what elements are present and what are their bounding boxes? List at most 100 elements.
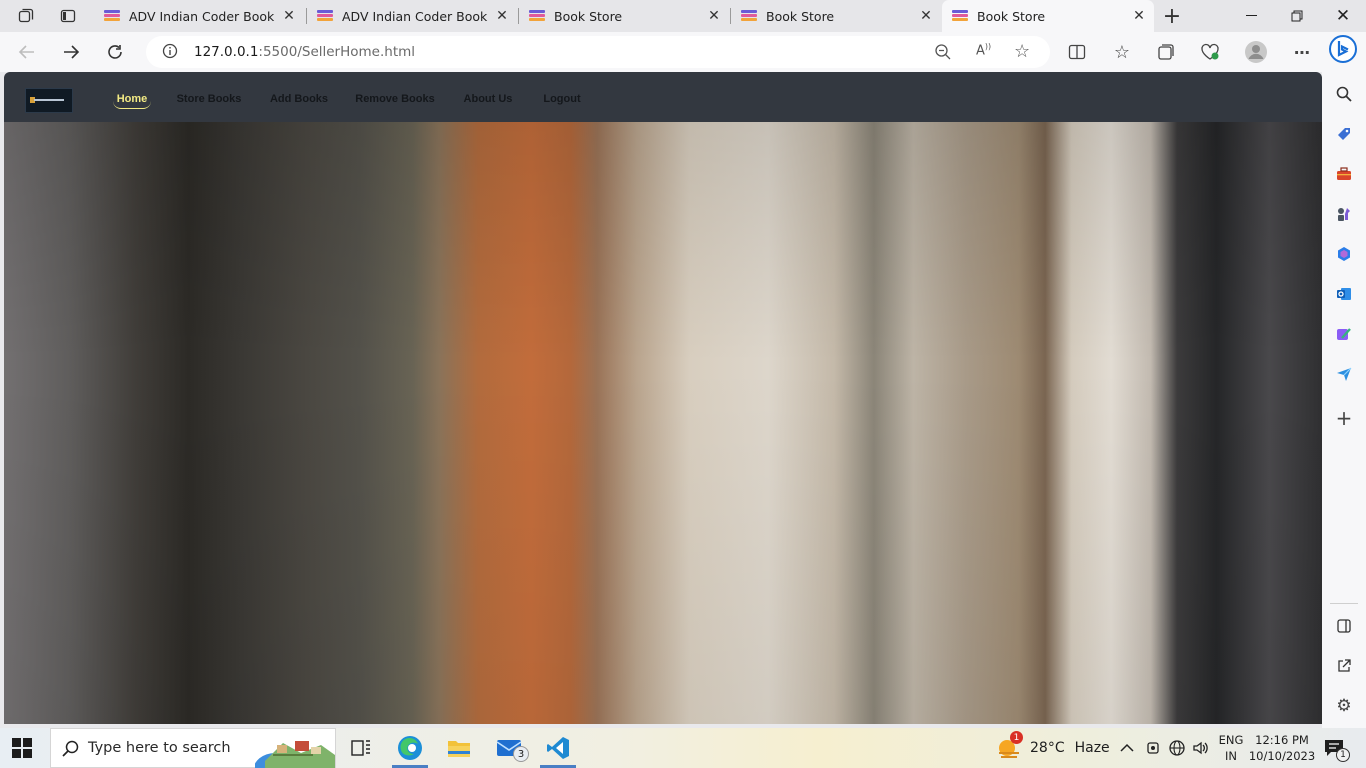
book-store-favicon-icon <box>741 9 757 23</box>
browser-tab-3[interactable]: Book Store ✕ <box>519 0 729 32</box>
browser-toolbar: 127.0.0.1:5500/SellerHome.html A)) ☆ ☆ ⋯ <box>0 32 1366 72</box>
book-store-favicon-icon <box>952 9 968 23</box>
network-globe-icon[interactable] <box>1168 728 1186 768</box>
close-tab-icon[interactable]: ✕ <box>278 5 300 27</box>
weather-widget[interactable]: 1 28°C Haze <box>996 728 1110 768</box>
search-icon <box>62 740 79 761</box>
add-sidebar-app-icon[interactable]: + <box>1332 406 1356 430</box>
clock-date: 10/10/2023 <box>1248 749 1316 763</box>
more-options-icon[interactable]: ⋯ <box>1287 38 1317 66</box>
tab-actions-icon[interactable] <box>58 6 78 26</box>
site-navbar: Home Store Books Add Books Remove Books … <box>4 72 1322 122</box>
hero-overlay <box>4 122 1322 724</box>
close-window-button[interactable]: ✕ <box>1320 0 1366 32</box>
taskbar-file-explorer-app[interactable] <box>438 728 480 768</box>
close-tab-icon[interactable]: ✕ <box>1128 5 1150 27</box>
url-text[interactable]: 127.0.0.1:5500/SellerHome.html <box>194 44 415 60</box>
windows-start-icon[interactable] <box>12 738 34 760</box>
search-placeholder: Type here to search <box>88 740 231 756</box>
meet-now-icon[interactable] <box>1145 728 1161 768</box>
taskbar-mail-app[interactable]: 3 <box>488 728 530 768</box>
tab-title: Book Store <box>977 8 1046 24</box>
nav-about-us-link[interactable]: About Us <box>462 89 514 109</box>
input-language-indicator[interactable]: ENG IN <box>1217 728 1245 768</box>
volume-speaker-icon[interactable] <box>1192 728 1210 768</box>
notifications-center[interactable]: 1 <box>1322 728 1350 768</box>
send-drop-icon[interactable] <box>1332 362 1356 386</box>
url-path: :5500/SellerHome.html <box>258 44 416 60</box>
split-screen-icon[interactable] <box>1062 38 1092 66</box>
close-tab-icon[interactable]: ✕ <box>491 5 513 27</box>
nav-logout-link[interactable]: Logout <box>540 89 584 109</box>
nav-home-link[interactable]: Home <box>113 89 151 109</box>
favorites-icon[interactable]: ☆ <box>1107 38 1137 66</box>
taskbar-edge-app[interactable] <box>389 728 431 768</box>
weather-condition: Haze <box>1074 740 1110 756</box>
tab-title: ADV Indian Coder Book Store <box>342 8 491 24</box>
outlook-icon[interactable] <box>1332 282 1356 306</box>
clock[interactable]: 12:16 PM 10/10/2023 <box>1248 728 1316 768</box>
url-host: 127.0.0.1 <box>194 44 259 60</box>
book-store-favicon-icon <box>104 9 120 23</box>
browser-essentials-icon[interactable] <box>1195 38 1225 66</box>
notification-chat-icon: 1 <box>1322 737 1350 762</box>
clock-time: 12:16 PM <box>1255 733 1309 747</box>
settings-gear-icon[interactable]: ⚙ <box>1332 694 1356 718</box>
workspaces-icon[interactable] <box>16 6 36 26</box>
browser-tab-strip: ADV Indian Coder Book Store ✕ ADV Indian… <box>0 0 1366 32</box>
book-store-favicon-icon <box>317 9 333 23</box>
taskbar-vscode-app[interactable] <box>537 728 579 768</box>
hide-sidebar-icon[interactable] <box>1332 614 1356 638</box>
shopping-tag-icon[interactable] <box>1332 122 1356 146</box>
games-chess-icon[interactable] <box>1332 202 1356 226</box>
new-tab-icon[interactable]: + <box>1162 4 1182 29</box>
nav-store-books-link[interactable]: Store Books <box>176 89 242 109</box>
search-icon[interactable] <box>1332 82 1356 106</box>
close-tab-icon[interactable]: ✕ <box>915 5 937 27</box>
tab-title: Book Store <box>766 8 835 24</box>
search-highlight-illustration-icon <box>255 741 335 768</box>
nav-add-books-link[interactable]: Add Books <box>268 89 330 109</box>
show-hidden-icons-chevron-icon[interactable] <box>1120 728 1134 768</box>
vscode-icon <box>547 737 569 759</box>
browser-tab-2[interactable]: ADV Indian Coder Book Store ✕ <box>307 0 517 32</box>
minimize-window-button[interactable] <box>1228 0 1274 32</box>
tab-title: Book Store <box>554 8 623 24</box>
copilot-bing-icon[interactable] <box>1328 35 1358 63</box>
forward-arrow-icon[interactable] <box>56 38 86 66</box>
region-code: IN <box>1225 749 1237 763</box>
tab-title: ADV Indian Coder Book Store <box>129 8 278 24</box>
mail-unread-badge: 3 <box>513 746 529 762</box>
refresh-icon[interactable] <box>100 38 130 66</box>
book-store-favicon-icon <box>529 9 545 23</box>
language-code: ENG <box>1218 733 1244 747</box>
windows-taskbar: Type here to search 3 1 28°C Haze ENG IN… <box>0 728 1366 768</box>
sidebar-divider <box>1330 603 1358 604</box>
read-aloud-icon[interactable]: A)) <box>976 42 991 58</box>
browser-tab-5-active[interactable]: Book Store ✕ <box>942 0 1154 32</box>
task-view-icon[interactable] <box>340 728 382 768</box>
designer-icon[interactable] <box>1332 322 1356 346</box>
browser-tab-4[interactable]: Book Store ✕ <box>731 0 941 32</box>
folder-icon <box>448 741 470 757</box>
notification-count-badge: 1 <box>1336 748 1350 762</box>
zoom-out-icon[interactable] <box>934 43 952 65</box>
favorite-star-icon[interactable]: ☆ <box>1014 41 1030 62</box>
site-info-icon[interactable] <box>162 43 178 63</box>
profile-avatar-icon[interactable] <box>1241 38 1271 66</box>
browser-tab-1[interactable]: ADV Indian Coder Book Store ✕ <box>94 0 304 32</box>
back-arrow-icon[interactable] <box>12 38 42 66</box>
site-logo[interactable] <box>25 88 73 113</box>
open-external-icon[interactable] <box>1332 654 1356 678</box>
address-bar[interactable]: 127.0.0.1:5500/SellerHome.html A)) ☆ <box>146 36 1050 68</box>
haze-weather-icon: 1 <box>996 731 1023 761</box>
taskbar-search-box[interactable]: Type here to search <box>50 728 336 768</box>
weather-alert-badge: 1 <box>1010 731 1023 744</box>
weather-temperature: 28°C <box>1030 740 1065 756</box>
collections-icon[interactable] <box>1151 38 1181 66</box>
tools-briefcase-icon[interactable] <box>1332 162 1356 186</box>
nav-remove-books-link[interactable]: Remove Books <box>355 89 435 109</box>
restore-window-button[interactable] <box>1274 0 1320 32</box>
microsoft-365-icon[interactable] <box>1332 242 1356 266</box>
close-tab-icon[interactable]: ✕ <box>703 5 725 27</box>
